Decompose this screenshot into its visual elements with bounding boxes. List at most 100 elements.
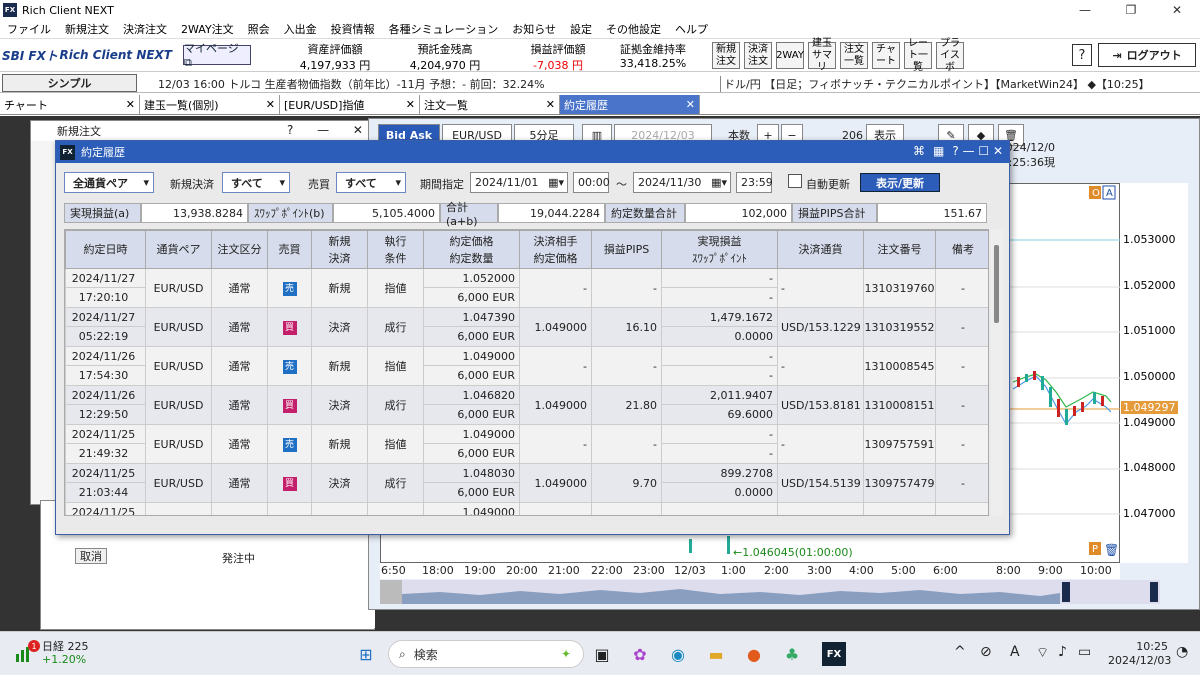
column-header[interactable]: 注文番号 [863,230,936,269]
menu-help[interactable]: ヘルプ [668,21,715,37]
navigator-range-start[interactable] [1062,582,1070,602]
table-row[interactable]: 2024/11/26 17:54:30 EUR/USD 通常売新規 指値 1.049000… [65,346,988,386]
column-header[interactable]: 決済相手 約定価格 [519,230,592,269]
tray-app-icon[interactable]: ⊘ [980,644,992,660]
tab-chart[interactable]: チャート ✕ [0,95,140,114]
close-icon[interactable]: ✕ [266,98,275,111]
cancel-order-button[interactable]: 取消 [75,548,107,564]
column-header[interactable]: 新規 決済 [311,230,368,269]
quick-order-list-button[interactable]: 注文一覧 [840,42,868,69]
quick-close-order-button[interactable]: 決済注文 [744,42,772,69]
menu-inquiry[interactable]: 照会 [241,21,277,37]
wifi-icon[interactable]: ⌔ [1036,644,1049,662]
new-order-controls[interactable]: ? — ✕ [287,123,373,137]
chart-trash-icon[interactable]: 🗑 [1104,543,1119,557]
menu-file[interactable]: ファイル [0,21,58,37]
to-date-input[interactable]: 2024/11/30 ▦▾ [633,172,731,193]
menu-new-order[interactable]: 新規注文 [58,21,116,37]
help-button[interactable]: ? [1072,44,1092,66]
to-time-input[interactable]: 23:59 [736,172,773,193]
minimize-button[interactable]: — [1062,0,1108,20]
quick-2way-button[interactable]: 2WAY [776,42,804,69]
volume-icon[interactable]: ♪ [1058,644,1067,660]
nikkei-widget[interactable]: 1 日経 225 +1.20% [14,640,89,666]
news-headline[interactable]: 12/03 16:00 トルコ 生産者物価指数（前年比）-11月 予想：- 前回… [158,76,545,92]
taskbar-clock[interactable]: 10:25 2024/12/03 [1108,640,1171,668]
column-header[interactable]: 執行 条件 [367,230,424,269]
quick-chart-button[interactable]: チャート [872,42,900,69]
navigator-range-end[interactable] [1150,582,1158,602]
battery-icon[interactable]: ▭ [1078,644,1091,660]
table-row[interactable]: 2024/11/25 21:49:32 EUR/USD 通常売新規 指値 1.049000… [65,424,988,464]
quick-price-board-button[interactable]: プライスボ [936,38,964,73]
csv-icon[interactable]: ▦ [933,144,944,158]
mypage-button[interactable]: マイページ ⧉ [183,42,251,69]
from-date-input[interactable]: 2024/11/01 ▦▾ [470,172,568,193]
pair-filter-select[interactable]: 全通貨ペア [64,172,154,193]
taskbar-search[interactable]: ⌕ 検索 ✦ [388,640,584,668]
dialog-window-controls[interactable]: ? — ☐ ✕ [952,144,1003,158]
tab-execution-history[interactable]: 約定履歴 ✕ [560,95,700,114]
auto-refresh-checkbox[interactable] [788,174,802,188]
table-scrollbar[interactable] [991,229,1003,516]
menu-investment-info[interactable]: 投資情報 [324,21,382,37]
column-header[interactable]: 売買 [267,230,312,269]
start-icon[interactable]: ⊞ [354,642,378,666]
tab-order-list[interactable]: 注文一覧 ✕ [420,95,560,114]
menu-notice[interactable]: お知らせ [505,21,563,37]
refresh-button[interactable]: 表示/更新 [860,173,940,192]
column-header[interactable]: 注文区分 [211,230,268,269]
column-header[interactable]: 実現損益 ｽﾜｯﾌﾟﾎﾟｲﾝﾄ [661,230,778,269]
maximize-button[interactable]: ❐ [1108,0,1154,20]
layout-select[interactable]: シンプル [2,74,137,92]
link-icon[interactable]: ⌘ [913,144,925,158]
column-header[interactable]: 約定日時 [65,230,146,269]
table-row[interactable]: 2024/11/26 12:29:50 EUR/USD 通常買決済 成行 1.046820… [65,385,988,425]
close-icon[interactable]: ✕ [546,98,555,111]
edge-icon[interactable]: ◉ [666,642,690,666]
tab-limit-order[interactable]: [EUR/USD]指値 ✕ [280,95,420,114]
quick-new-order-button[interactable]: 新規注文 [712,42,740,69]
table-row[interactable]: 2024/11/27 05:22:19 EUR/USD 通常買決済 成行 1.047390… [65,307,988,347]
calendar-icon[interactable]: ▦▾ [548,176,564,189]
column-header[interactable]: 損益PIPS [591,230,662,269]
app-icon[interactable]: ♣ [780,642,804,666]
calendar-icon[interactable]: ▦▾ [711,176,727,189]
notification-icon[interactable]: ◔ [1176,644,1188,660]
quick-position-summary-button[interactable]: 建玉サマリ [808,38,836,73]
quick-rate-list-button[interactable]: レート一覧 [904,38,932,73]
tab-positions[interactable]: 建玉一覧(個別) ✕ [140,95,280,114]
chart-navigator[interactable] [380,580,1160,604]
firefox-icon[interactable]: ● [742,642,766,666]
ime-indicator[interactable]: A [1010,644,1020,660]
close-button[interactable]: ✕ [1154,0,1200,20]
column-header[interactable]: 約定価格 約定数量 [423,230,520,269]
column-header[interactable]: 決済通貨 [777,230,864,269]
table-row[interactable]: 2024/11/25EUR/USD通常売 新規指値1.049000 13096010… [65,502,988,515]
menu-deposit[interactable]: 入出金 [277,21,324,37]
menu-other-settings[interactable]: その他設定 [599,21,668,37]
close-icon[interactable]: ✕ [406,98,415,111]
news-ticker[interactable]: ドル/円 【日足；フィボナッチ・テクニカルポイント】【MarketWin24】 … [720,76,1198,92]
close-icon[interactable]: ✕ [686,98,695,111]
tray-expand-icon[interactable]: ^ [954,644,966,660]
column-header[interactable]: 備考 [935,230,988,269]
side-select[interactable]: すべて [336,172,406,193]
navigator-left-handle[interactable] [380,580,402,604]
logout-button[interactable]: ⇥ ログアウト [1098,43,1196,67]
fx-taskbar-icon[interactable]: FX [822,642,846,666]
from-time-input[interactable]: 00:00 [573,172,610,193]
menu-close-order[interactable]: 決済注文 [116,21,174,37]
column-header[interactable]: 通貨ペア [145,230,212,269]
copilot-icon[interactable]: ✿ [628,642,652,666]
scrollbar-thumb[interactable] [994,245,999,323]
table-row[interactable]: 2024/11/27 17:20:10 EUR/USD 通常売新規 指値 1.052000… [65,268,988,308]
menu-simulation[interactable]: 各種シミュレーション [382,21,506,37]
menu-settings[interactable]: 設定 [563,21,599,37]
close-icon[interactable]: ✕ [126,98,135,111]
new-close-select[interactable]: すべて [222,172,290,193]
menu-2way-order[interactable]: 2WAY注文 [174,21,241,37]
task-view-icon[interactable]: ▣ [590,642,614,666]
file-explorer-icon[interactable]: ▬ [704,642,728,666]
table-row[interactable]: 2024/11/25 21:03:44 EUR/USD 通常買決済 成行 1.048030… [65,463,988,503]
